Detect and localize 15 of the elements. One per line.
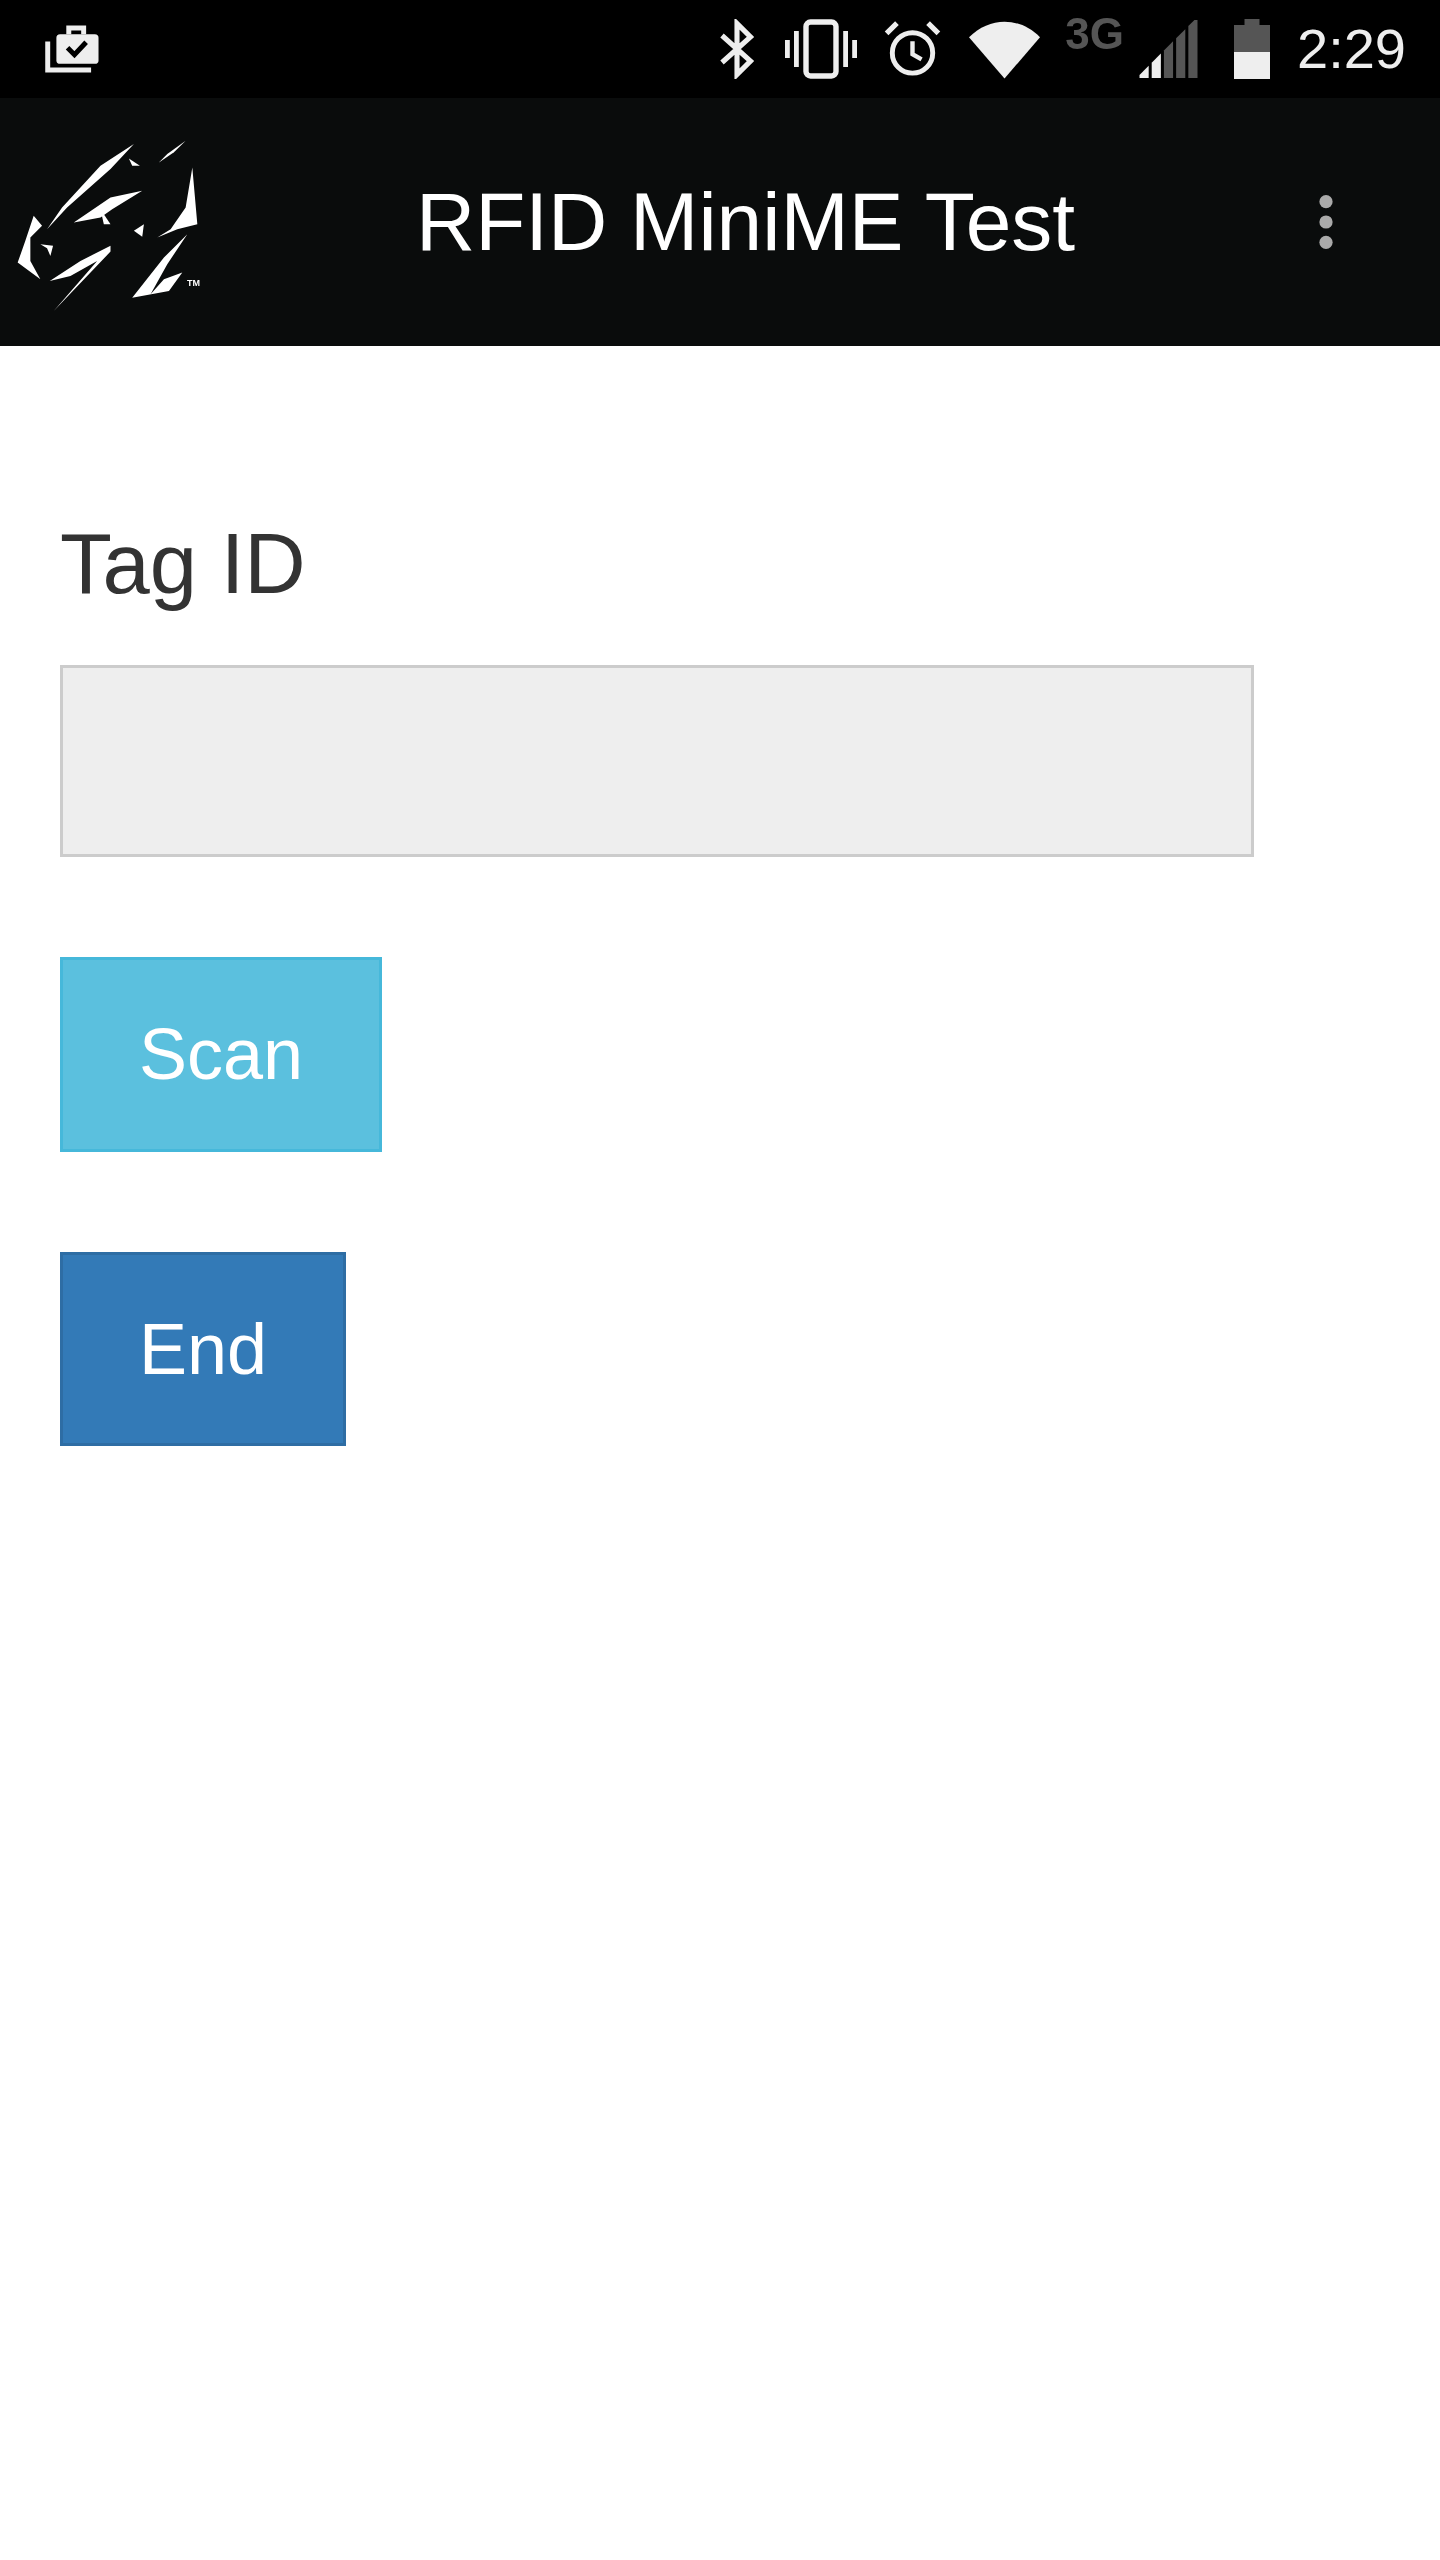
field-label: Tag ID (60, 515, 306, 613)
clock-time: 2:29 (1297, 18, 1406, 80)
bluetooth-icon (718, 19, 757, 79)
overflow-menu-icon[interactable] (1318, 194, 1334, 250)
vibrate-icon (785, 19, 858, 79)
wifi-icon (969, 19, 1041, 79)
briefcase-check-icon (44, 24, 101, 74)
input-field[interactable] (60, 664, 1254, 857)
app-title: RFID MiniME Test (416, 175, 1076, 269)
battery-icon (1233, 19, 1271, 79)
signal-strength-icon (1139, 20, 1198, 78)
network-type-text: 3G (1065, 12, 1124, 56)
trademark-text: TM (187, 278, 200, 288)
alarm-clock-icon (884, 20, 942, 78)
end-button[interactable]: End (60, 1251, 347, 1447)
